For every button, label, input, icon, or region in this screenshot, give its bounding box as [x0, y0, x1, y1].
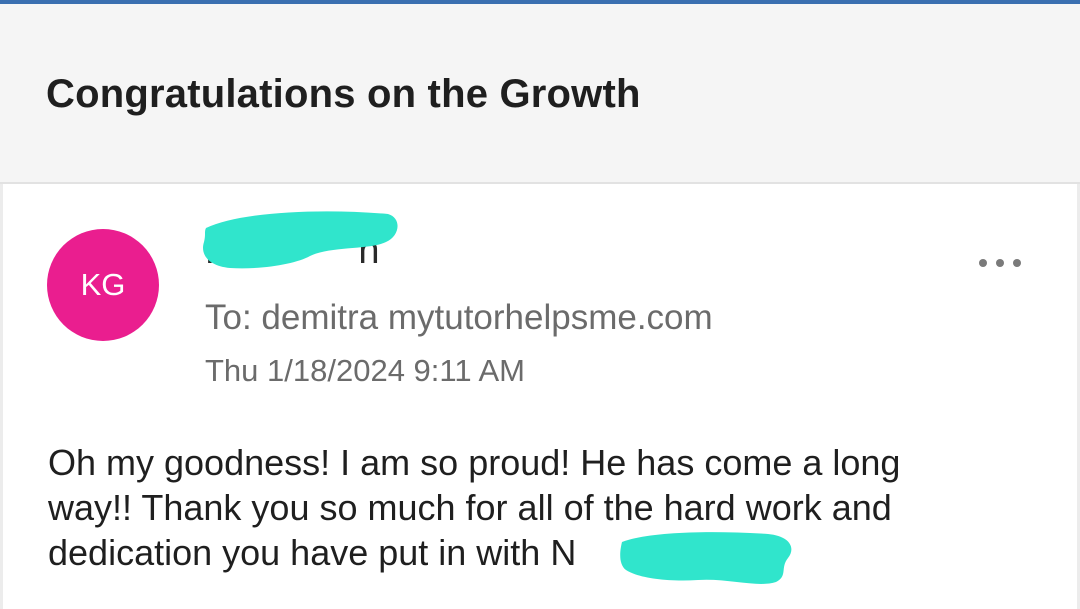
card-edge	[0, 184, 3, 609]
redaction-mark-sender	[203, 211, 398, 269]
more-dot	[996, 259, 1004, 267]
body-line: Oh my goodness! I am so proud! He has co…	[48, 442, 901, 483]
body-line: dedication you have put in with N	[48, 532, 577, 573]
email-subject: Congratulations on the Growth	[46, 72, 641, 116]
recipient-line[interactable]: To: demitra mytutorhelpsme.com	[205, 298, 713, 338]
message-body: Oh my goodness! I am so proud! He has co…	[48, 440, 1048, 575]
subject-header: Congratulations on the Growth	[0, 4, 1080, 184]
avatar-initials: KG	[80, 267, 126, 302]
redaction-mark-body	[620, 532, 792, 584]
more-horizontal-icon	[979, 259, 987, 267]
sender-avatar[interactable]: KG	[47, 229, 159, 341]
body-line: way!! Thank you so much for all of the h…	[48, 487, 892, 528]
more-options-button[interactable]	[972, 248, 1028, 278]
more-dot	[1013, 259, 1021, 267]
sent-date: Thu 1/18/2024 9:11 AM	[205, 353, 525, 388]
